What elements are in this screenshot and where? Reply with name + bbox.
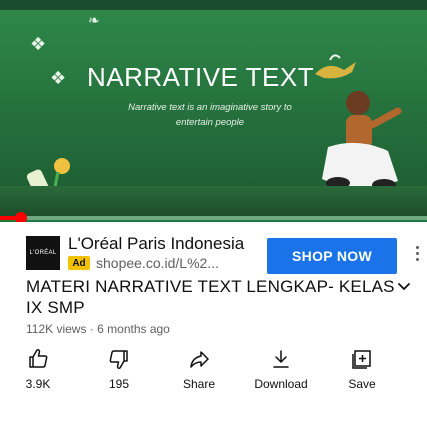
leaf-icon: ❖	[50, 68, 67, 88]
ad-url[interactable]: shopee.co.id/L%2...	[96, 255, 219, 271]
character-illustration-icon	[322, 91, 402, 191]
leaf-icon: ❖	[30, 34, 47, 54]
more-options-icon[interactable]	[411, 246, 423, 268]
chevron-down-icon[interactable]	[394, 279, 414, 295]
save-icon	[352, 350, 371, 369]
like-button[interactable]: 3.9K	[2, 345, 74, 405]
download-icon	[273, 350, 289, 368]
save-button[interactable]: Save	[326, 345, 398, 405]
video-frame[interactable]: ❖ ❧ ❖ NARRATIVE TEXT Narrative text is a…	[0, 0, 427, 216]
leaf-icon: ❧	[88, 12, 100, 28]
share-button[interactable]: Share	[163, 345, 235, 405]
video-title[interactable]: MATERI NARRATIVE TEXT LENGKAP- KELAS IX …	[26, 276, 396, 318]
save-label: Save	[348, 377, 376, 391]
dislike-count: 195	[108, 377, 130, 391]
progress-handle[interactable]	[15, 212, 27, 222]
share-label: Share	[182, 377, 216, 391]
ad-row[interactable]: L'ORÉAL L'Oréal Paris Indonesia Ad shope…	[0, 224, 427, 274]
action-bar: 3.9K 195 Share Download Save	[0, 345, 427, 415]
download-label: Download	[254, 377, 308, 391]
progress-bar[interactable]	[0, 212, 427, 222]
shop-now-button[interactable]: SHOP NOW	[267, 238, 397, 274]
share-icon	[190, 351, 209, 368]
advertiser-name[interactable]: L'Oréal Paris Indonesia	[68, 234, 244, 254]
magic-lamp-icon	[315, 54, 356, 79]
thumbs-up-icon	[29, 348, 48, 368]
ad-badge: Ad	[68, 256, 90, 270]
video-player[interactable]: ❖ ❧ ❖ NARRATIVE TEXT Narrative text is a…	[0, 0, 427, 222]
board-bottom-frame	[0, 186, 427, 216]
advertiser-logo[interactable]: L'ORÉAL	[26, 236, 60, 270]
board-top-frame	[0, 0, 427, 10]
video-meta: 112K views · 6 months ago	[26, 322, 170, 336]
like-count: 3.9K	[25, 377, 51, 391]
thumbs-down-icon	[109, 350, 128, 370]
video-overlay-subtitle: Narrative text is an imaginative story t…	[128, 102, 292, 128]
download-button[interactable]: Download	[245, 345, 317, 405]
video-overlay-title: NARRATIVE TEXT	[87, 62, 315, 92]
dislike-button[interactable]: 195	[83, 345, 155, 405]
